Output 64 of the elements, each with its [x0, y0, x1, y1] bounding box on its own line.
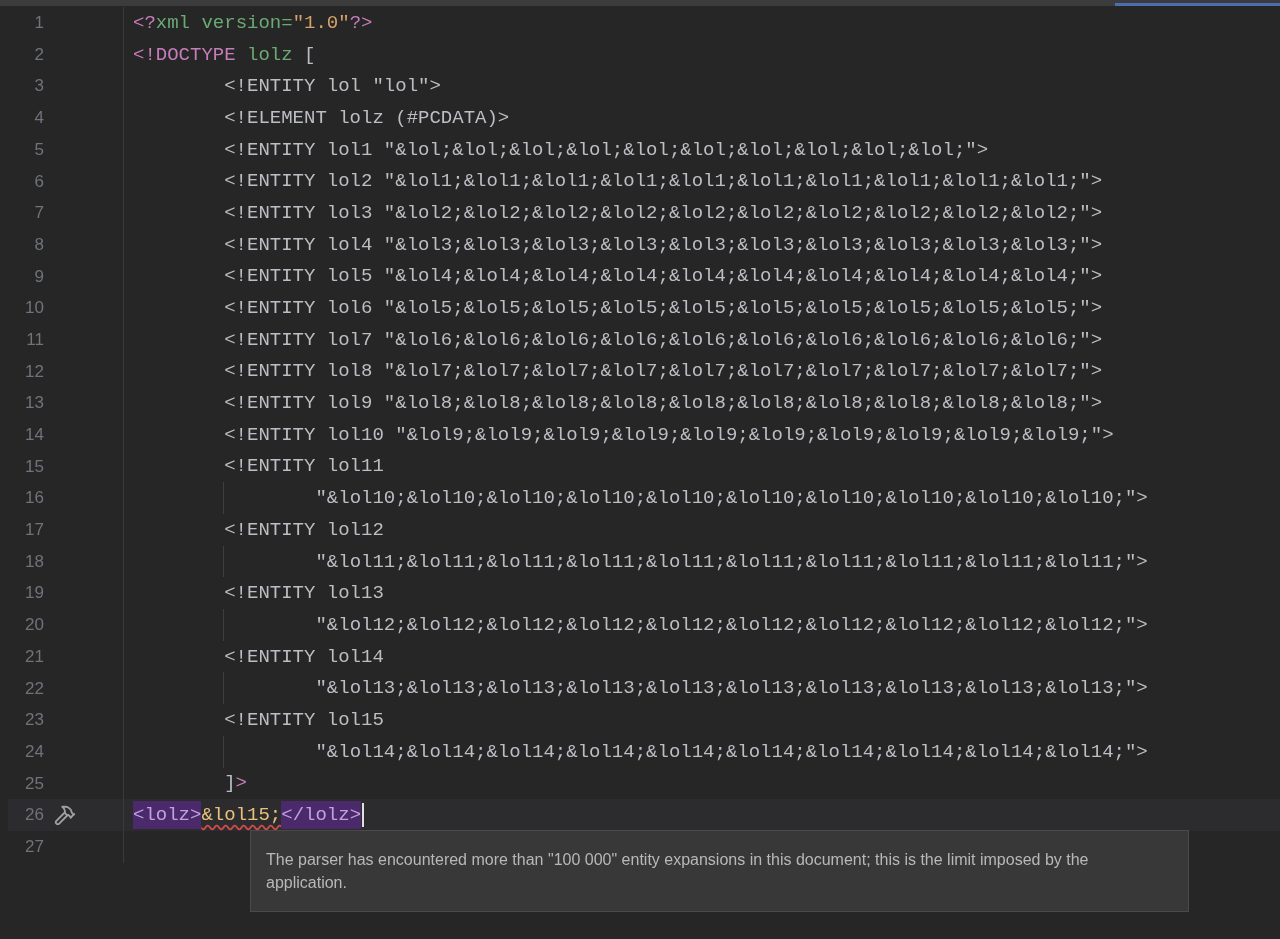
code-text: <!ENTITY lol9 "&lol8;&lol8;&lol8;&lol8;&lol8;&lol8;&lol8;&lol8;&lol8;&lol8;">	[224, 391, 1103, 417]
line-number: 13	[24, 392, 44, 415]
line-number: 18	[24, 550, 44, 573]
line-number: 10	[24, 297, 44, 320]
code-text: <!ENTITY lol14	[224, 644, 384, 670]
code-text: <!ENTITY lol15	[224, 707, 384, 733]
code-text: [	[303, 42, 316, 68]
code-text: ]	[224, 771, 236, 797]
line-number: 7	[33, 202, 44, 225]
code-text: <!ENTITY lol13	[224, 581, 384, 607]
code-text: <!ENTITY lol12	[224, 517, 384, 543]
line-number: 24	[24, 740, 44, 763]
name-token: lolz	[246, 42, 293, 68]
text-caret	[362, 803, 365, 828]
highlighted-tag: </lolz>	[281, 801, 362, 830]
hammer-icon[interactable]	[54, 804, 76, 827]
code-text: "&lol14;&lol14;&lol14;&lol14;&lol14;&lol14;&lol14;&lol14;&lol14;&lol14;">	[315, 739, 1148, 765]
error-tooltip: The parser has encountered more than "100 000" entity expansions in this document; this is the limit imposed by the application.	[250, 830, 1189, 912]
code-text: <!ENTITY lol11	[224, 454, 384, 480]
code-text: <!ENTITY lol1 "&lol;&lol;&lol;&lol;&lol;&lol;&lol;&lol;&lol;&lol;">	[224, 137, 989, 163]
code-text: <!ENTITY lol "lol">	[224, 74, 441, 100]
line-number: 25	[24, 772, 44, 795]
line-number: 23	[24, 709, 44, 732]
line-number: 3	[33, 75, 44, 98]
entity-reference: &lol15;	[201, 803, 282, 829]
name-token: xml version=	[155, 10, 293, 36]
line-number: 15	[24, 455, 44, 478]
line-number: 27	[24, 835, 44, 858]
line-number: 17	[24, 519, 44, 542]
code-text: "&lol11;&lol11;&lol11;&lol11;&lol11;&lol11;&lol11;&lol11;&lol11;&lol11;">	[315, 549, 1148, 575]
code-text: <!ENTITY lol10 "&lol9;&lol9;&lol9;&lol9;&lol9;&lol9;&lol9;&lol9;&lol9;&lol9;">	[224, 422, 1114, 448]
code-text: <!ENTITY lol2 "&lol1;&lol1;&lol1;&lol1;&lol1;&lol1;&lol1;&lol1;&lol1;&lol1;">	[224, 169, 1103, 195]
string-token: "1.0"	[292, 10, 350, 36]
code-text: <!ENTITY lol6 "&lol5;&lol5;&lol5;&lol5;&lol5;&lol5;&lol5;&lol5;&lol5;&lol5;">	[224, 296, 1103, 322]
line-number: 19	[24, 582, 44, 605]
line-number: 26	[24, 804, 44, 827]
line-number: 9	[33, 265, 44, 288]
code-text: <!ENTITY lol5 "&lol4;&lol4;&lol4;&lol4;&lol4;&lol4;&lol4;&lol4;&lol4;&lol4;">	[224, 264, 1103, 290]
line-number: 14	[24, 424, 44, 447]
line-number: 1	[33, 12, 44, 35]
line-number: 16	[24, 487, 44, 510]
line-number: 2	[33, 43, 44, 66]
line-number: 11	[25, 328, 44, 351]
code-text: <!ENTITY lol4 "&lol3;&lol3;&lol3;&lol3;&lol3;&lol3;&lol3;&lol3;&lol3;&lol3;">	[224, 232, 1103, 258]
markup-token: >	[235, 771, 247, 797]
code-text: <!ELEMENT lolz (#PCDATA)>	[224, 105, 510, 131]
markup-token: <!DOCTYPE	[133, 42, 236, 68]
line-number: 6	[33, 170, 44, 193]
line-number: 4	[33, 107, 44, 130]
line-number: 5	[33, 138, 44, 161]
line-number: 20	[24, 614, 44, 637]
code-text: <!ENTITY lol7 "&lol6;&lol6;&lol6;&lol6;&lol6;&lol6;&lol6;&lol6;&lol6;&lol6;">	[224, 327, 1103, 353]
markup-token: <?	[133, 10, 156, 36]
line-number: 12	[24, 360, 44, 383]
code-text: "&lol12;&lol12;&lol12;&lol12;&lol12;&lol12;&lol12;&lol12;&lol12;&lol12;">	[315, 612, 1148, 638]
code-text: <!ENTITY lol3 "&lol2;&lol2;&lol2;&lol2;&lol2;&lol2;&lol2;&lol2;&lol2;&lol2;">	[224, 200, 1103, 226]
line-number: 8	[33, 233, 44, 256]
markup-token: ?>	[349, 10, 373, 36]
line-number: 22	[24, 677, 44, 700]
line-number: 21	[24, 645, 44, 668]
code-text: "&lol13;&lol13;&lol13;&lol13;&lol13;&lol13;&lol13;&lol13;&lol13;&lol13;">	[315, 676, 1148, 702]
highlighted-tag: <lolz>	[133, 801, 202, 830]
code-text: "&lol10;&lol10;&lol10;&lol10;&lol10;&lol10;&lol10;&lol10;&lol10;&lol10;">	[315, 486, 1148, 512]
code-text: <!ENTITY lol8 "&lol7;&lol7;&lol7;&lol7;&lol7;&lol7;&lol7;&lol7;&lol7;&lol7;">	[224, 359, 1103, 385]
